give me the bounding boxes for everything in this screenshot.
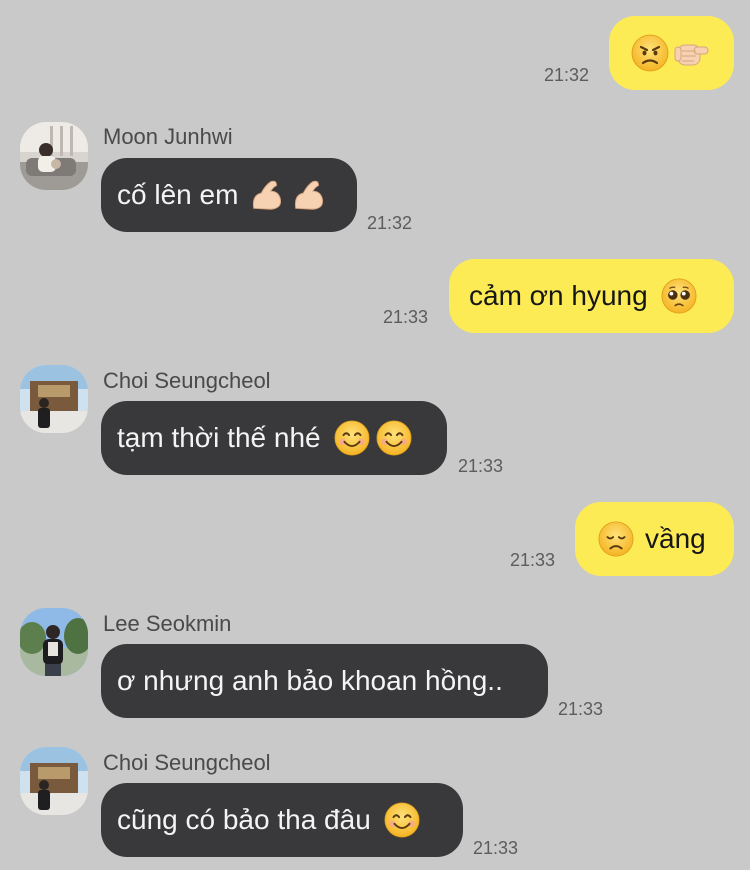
message-text: tạm thời thế nhé <box>117 422 321 453</box>
sender-name: Choi Seungcheol <box>103 368 271 393</box>
angry-face-icon <box>630 33 670 73</box>
message-bubble[interactable]: tạm thời thế nhé <box>101 401 447 475</box>
pointing-hand-icon <box>672 33 712 73</box>
sender-name: Choi Seungcheol <box>103 750 271 775</box>
message-text: cố lên em <box>117 179 239 210</box>
message-timestamp: 21:33 <box>383 307 429 327</box>
avatar[interactable] <box>20 122 88 190</box>
message-text: ơ nhưng anh bảo khoan hồng.. <box>117 665 503 696</box>
message-bubble[interactable]: vầng <box>575 502 734 576</box>
smiling-face-icon <box>375 419 413 457</box>
message-bubble[interactable]: cảm ơn hyung <box>449 259 734 333</box>
message-timestamp: 21:32 <box>544 65 590 85</box>
avatar[interactable] <box>20 365 88 433</box>
message-timestamp: 21:33 <box>510 550 556 570</box>
flexed-biceps-icon <box>290 176 328 214</box>
message-timestamp: 21:33 <box>473 838 519 858</box>
message-text: vầng <box>645 523 706 554</box>
message-bubble[interactable]: ơ nhưng anh bảo khoan hồng.. <box>101 644 548 718</box>
message-timestamp: 21:33 <box>558 699 604 719</box>
message-bubble[interactable] <box>609 16 734 90</box>
avatar[interactable] <box>20 747 88 815</box>
smiling-face-icon <box>383 801 421 839</box>
pleading-face-icon <box>660 277 698 315</box>
message-bubble[interactable]: cố lên em <box>101 158 357 232</box>
disappointed-face-icon <box>597 520 635 558</box>
message-text: cũng có bảo tha đâu <box>117 804 371 835</box>
message-timestamp: 21:33 <box>458 456 504 476</box>
avatar[interactable] <box>20 608 88 676</box>
sender-name: Moon Junhwi <box>103 124 233 149</box>
message-timestamp: 21:32 <box>367 213 413 233</box>
message-text: cảm ơn hyung <box>469 280 648 311</box>
sender-name: Lee Seokmin <box>103 611 232 636</box>
flexed-biceps-icon <box>248 176 286 214</box>
message-bubble[interactable]: cũng có bảo tha đâu <box>101 783 463 857</box>
smiling-face-icon <box>333 419 371 457</box>
